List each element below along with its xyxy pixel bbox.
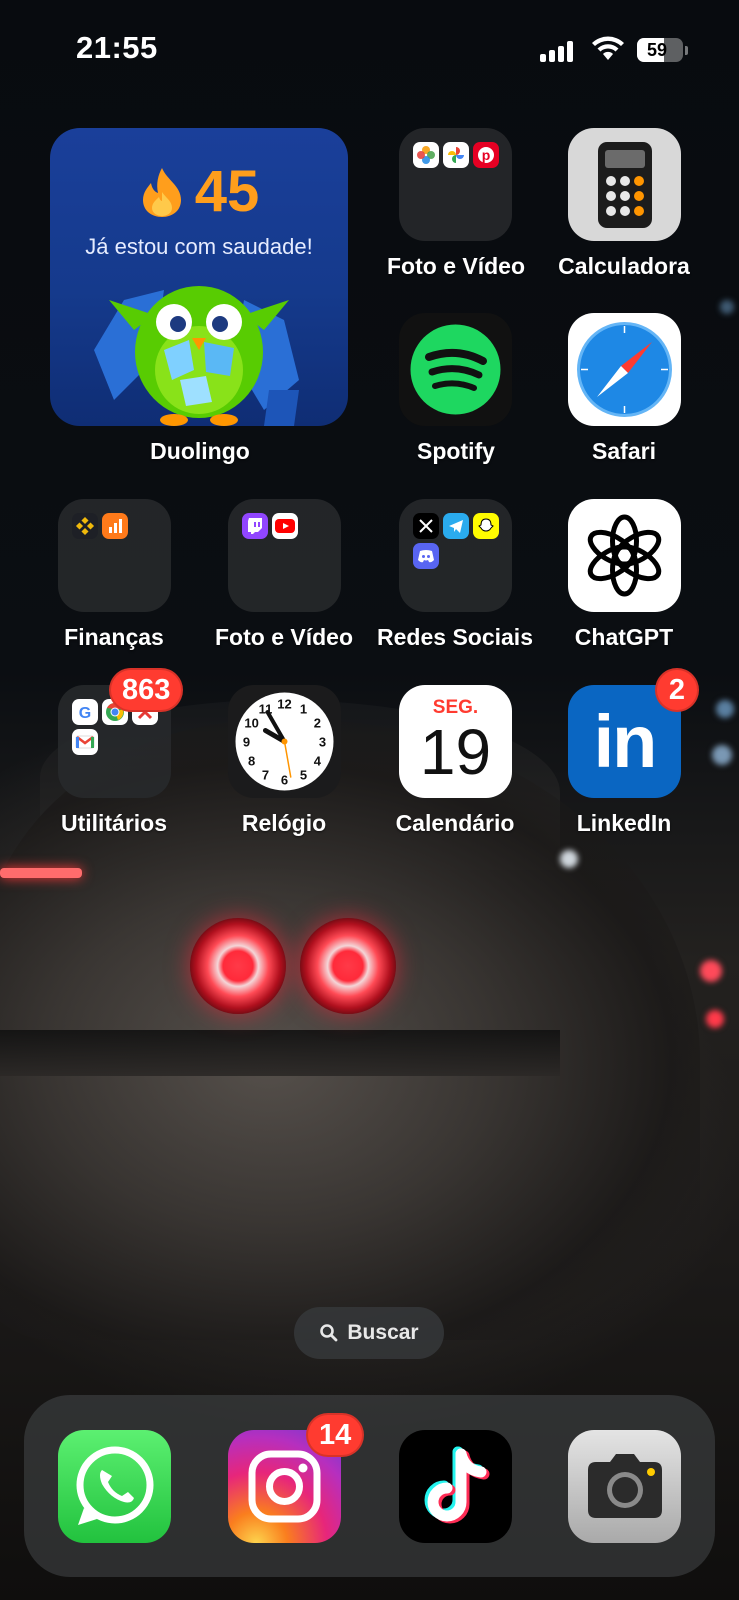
streak-count: 45 bbox=[194, 159, 260, 224]
tiktok-icon bbox=[424, 1446, 490, 1524]
binance-mini-icon bbox=[72, 513, 98, 539]
pinterest-mini-icon: p bbox=[473, 142, 499, 168]
status-time: 21:55 bbox=[76, 30, 158, 65]
telegram-mini-icon bbox=[443, 513, 469, 539]
app-label: Foto e Vídeo bbox=[215, 624, 353, 650]
search-button[interactable]: Buscar bbox=[294, 1307, 444, 1359]
status-bar: 21:55 59 bbox=[0, 30, 739, 70]
app-label: Utilitários bbox=[60, 810, 168, 836]
taillight-left bbox=[190, 918, 286, 1014]
flame-icon bbox=[142, 167, 181, 217]
clock-number: 1 bbox=[300, 702, 307, 717]
clock-number: 9 bbox=[243, 735, 250, 750]
battery-nub bbox=[685, 46, 688, 55]
bokeh-light bbox=[716, 700, 734, 718]
app-label: Redes Sociais bbox=[377, 624, 533, 650]
clock-center bbox=[281, 738, 288, 745]
bokeh-light bbox=[700, 960, 722, 982]
youtube-mini-icon bbox=[272, 513, 298, 539]
clock-number: 4 bbox=[314, 754, 322, 769]
chatgpt-icon bbox=[568, 499, 681, 612]
calendar-icon: SEG. 19 bbox=[399, 685, 512, 798]
app-label: Relógio bbox=[241, 810, 327, 836]
clock-number: 7 bbox=[262, 767, 269, 782]
folder-icon: p bbox=[399, 128, 512, 241]
dock-app-camera[interactable] bbox=[568, 1430, 681, 1543]
notification-badge: 2 bbox=[655, 668, 699, 712]
battery-icon: 59 bbox=[637, 38, 683, 62]
google-mini-icon: G bbox=[72, 699, 98, 725]
svg-text:p: p bbox=[482, 147, 491, 163]
folder-icon bbox=[58, 499, 171, 612]
notification-badge: 14 bbox=[306, 1413, 365, 1457]
discord-mini-icon bbox=[413, 543, 439, 569]
app-label: Foto e Vídeo bbox=[387, 253, 525, 279]
duolingo-label: Duolingo bbox=[150, 438, 250, 464]
clock-number: 10 bbox=[244, 716, 258, 731]
bokeh-light bbox=[560, 850, 578, 868]
cellular-signal-icon bbox=[540, 40, 576, 62]
notification-badge: 863 bbox=[109, 668, 184, 712]
bokeh-light bbox=[706, 1010, 724, 1028]
folder-icon bbox=[228, 499, 341, 612]
search-label: Buscar bbox=[347, 1321, 419, 1344]
twitch-mini-icon bbox=[242, 513, 268, 539]
finance-app-mini-icon bbox=[102, 513, 128, 539]
wifi-icon bbox=[592, 36, 624, 60]
duolingo-message: Já estou com saudade! bbox=[85, 234, 313, 259]
app-label: ChatGPT bbox=[574, 624, 674, 650]
calculator-icon bbox=[568, 128, 681, 241]
duolingo-owl-illustration bbox=[94, 286, 299, 426]
search-icon bbox=[320, 1324, 338, 1342]
app-label: Calculadora bbox=[558, 253, 690, 279]
x-mini-icon bbox=[413, 513, 439, 539]
spotify-icon bbox=[399, 313, 512, 426]
app-label: LinkedIn bbox=[576, 810, 672, 836]
clock-number: 5 bbox=[300, 767, 307, 782]
duolingo-widget[interactable]: 45 Já estou com saudade! bbox=[50, 128, 348, 426]
calendar-day: 19 bbox=[419, 716, 492, 788]
clock-number: 8 bbox=[248, 754, 255, 769]
car-bumper-shape bbox=[0, 1030, 560, 1076]
app-label: Spotify bbox=[417, 438, 495, 464]
clock-icon: 12 1 2 3 4 5 6 7 8 9 10 11 bbox=[228, 685, 341, 798]
gmail-mini-icon bbox=[72, 729, 98, 755]
bokeh-light bbox=[712, 745, 732, 765]
clock-number: 2 bbox=[314, 716, 321, 731]
clock-number: 3 bbox=[319, 735, 326, 750]
snapchat-mini-icon bbox=[473, 513, 499, 539]
app-label: Finanças bbox=[64, 624, 164, 650]
svg-text:G: G bbox=[79, 705, 91, 721]
dock-app-whatsapp[interactable] bbox=[58, 1430, 171, 1543]
clock-number: 12 bbox=[277, 697, 291, 712]
app-label: Safari bbox=[592, 438, 656, 464]
dock-app-tiktok[interactable] bbox=[399, 1430, 512, 1543]
clock-number: 6 bbox=[281, 773, 288, 788]
battery-percent: 59 bbox=[646, 39, 668, 60]
photos-mini-icon bbox=[413, 142, 439, 168]
linkedin-logo: in bbox=[593, 700, 658, 783]
folder-icon bbox=[399, 499, 512, 612]
taillight-right bbox=[300, 918, 396, 1014]
google-photos-mini-icon bbox=[443, 142, 469, 168]
app-label: Calendário bbox=[395, 810, 515, 836]
duolingo-streak: 45 bbox=[50, 158, 348, 225]
safari-icon bbox=[568, 313, 681, 426]
bokeh-light bbox=[720, 300, 734, 314]
red-light-streak bbox=[0, 868, 82, 878]
camera-icon bbox=[588, 1454, 662, 1518]
whatsapp-icon bbox=[76, 1446, 154, 1525]
